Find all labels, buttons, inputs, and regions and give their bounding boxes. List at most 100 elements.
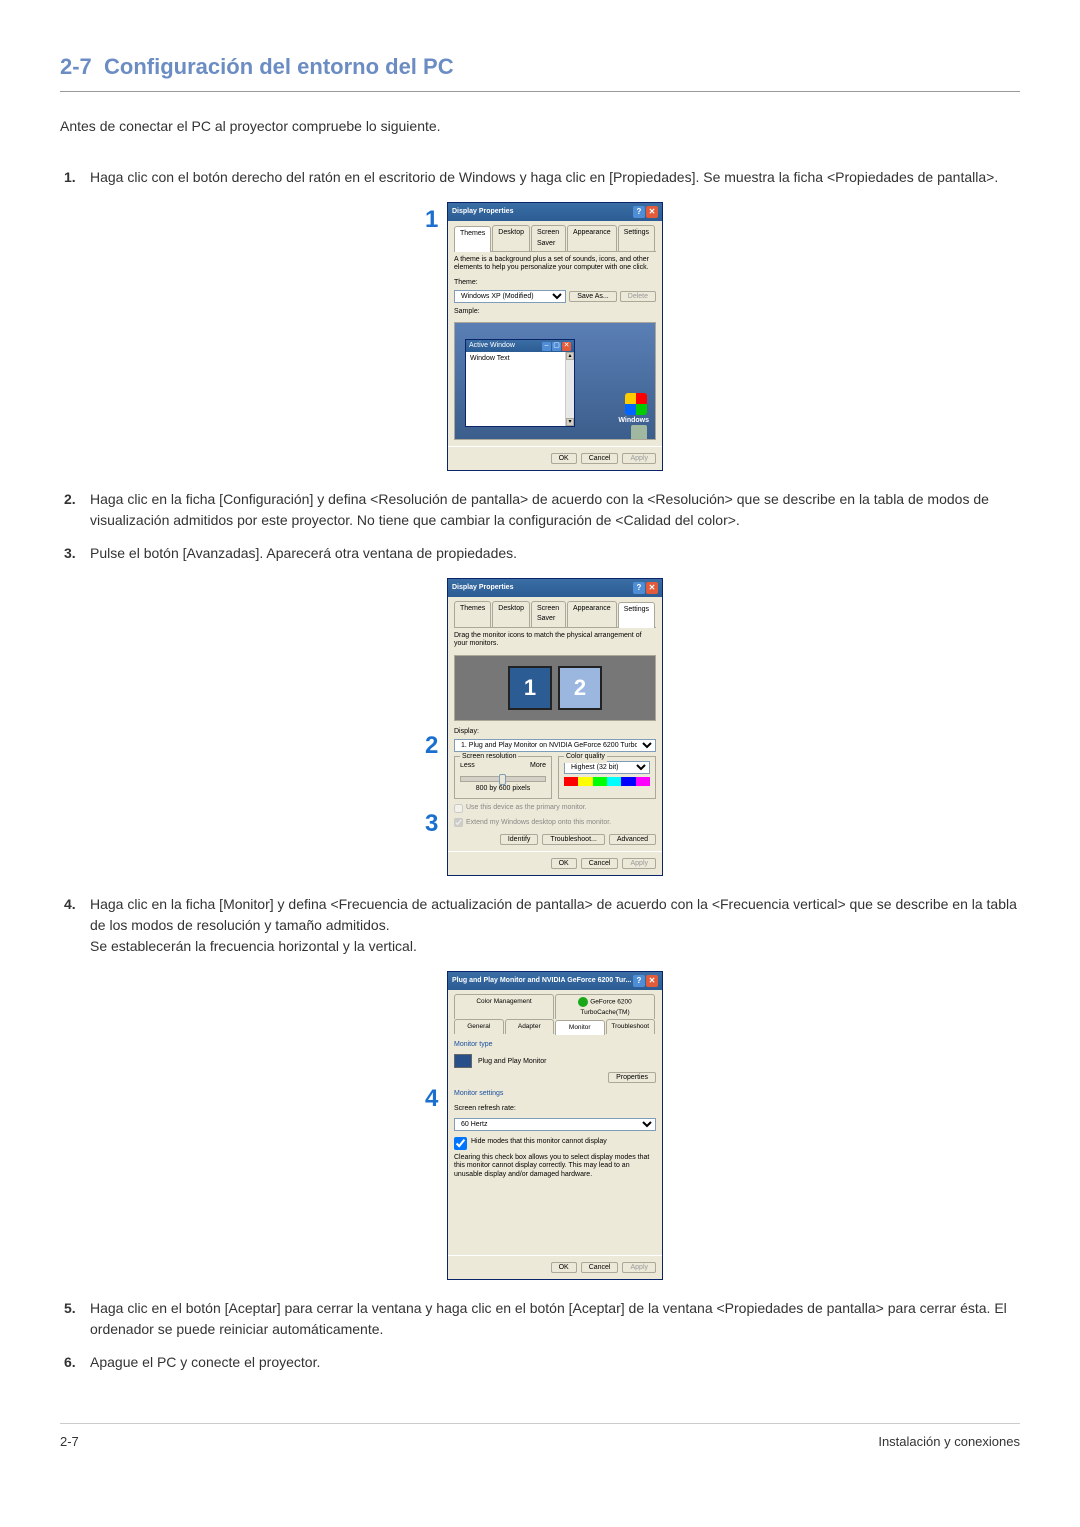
tab-monitor[interactable]: Monitor [555, 1020, 605, 1035]
identify-button[interactable]: Identify [500, 834, 539, 845]
tab-settings[interactable]: Settings [618, 602, 655, 628]
dialog-titlebar: Display Properties ? ✕ [448, 579, 662, 597]
step-number: 5. [64, 1298, 76, 1319]
tab-desktop[interactable]: Desktop [492, 601, 530, 627]
monitor-icon [454, 1054, 472, 1068]
properties-button[interactable]: Properties [608, 1072, 656, 1083]
apply-button: Apply [622, 453, 656, 464]
tab-color-management[interactable]: Color Management [454, 994, 554, 1019]
settings-description: Drag the monitor icons to match the phys… [454, 632, 656, 649]
tab-themes[interactable]: Themes [454, 601, 491, 627]
section-number: 2-7 [60, 54, 92, 79]
dialog-titlebar: Display Properties ? ✕ [448, 203, 662, 221]
display-label: Display: [454, 727, 656, 738]
tab-screensaver[interactable]: Screen Saver [531, 225, 566, 251]
monitor-settings-label: Monitor settings [454, 1089, 656, 1100]
tab-desktop[interactable]: Desktop [492, 225, 530, 251]
close-icon[interactable]: ✕ [646, 975, 658, 987]
step-text: Haga clic en la ficha [Configuración] y … [90, 491, 989, 528]
dialog-title: Display Properties [452, 207, 513, 218]
monitor-type-label: Monitor type [454, 1040, 656, 1051]
step-number: 2. [64, 489, 76, 510]
step-subtext: Se establecerán la frecuencia horizontal… [90, 936, 1020, 957]
screen-resolution-group: Screen resolution LessMore 800 by 600 pi… [454, 756, 552, 799]
dialog-title: Plug and Play Monitor and NVIDIA GeForce… [452, 976, 631, 987]
close-icon[interactable]: ✕ [646, 206, 658, 218]
theme-sample-preview: Active Window – ▢ ✕ Window Text [454, 322, 656, 440]
footer-right: Instalación y conexiones [878, 1432, 1020, 1452]
figure-marker-1: 1 [425, 202, 438, 238]
step-1: 1. Haga clic con el botón derecho del ra… [90, 167, 1020, 471]
color-quality-group: Color quality Highest (32 bit) [558, 756, 656, 799]
cancel-button[interactable]: Cancel [581, 453, 619, 464]
close-icon: ✕ [562, 342, 571, 351]
troubleshoot-button[interactable]: Troubleshoot... [542, 834, 604, 845]
step-text: Haga clic con el botón derecho del ratón… [90, 169, 998, 185]
step-2: 2. Haga clic en la ficha [Configuración]… [90, 489, 1020, 531]
sample-window-title: Active Window [469, 341, 515, 352]
footer-left: 2-7 [60, 1432, 79, 1452]
chevron-down-icon: ▾ [566, 418, 574, 426]
color-bar [564, 777, 650, 786]
help-icon[interactable]: ? [633, 582, 645, 594]
hide-modes-warning: Clearing this check box allows you to se… [454, 1154, 656, 1179]
hide-modes-input[interactable] [454, 1137, 467, 1150]
more-label: More [530, 761, 546, 772]
tab-general[interactable]: General [454, 1019, 504, 1034]
monitor-1-icon[interactable]: 1 [508, 666, 552, 710]
resolution-value: 800 by 600 pixels [460, 784, 546, 795]
tab-screensaver[interactable]: Screen Saver [531, 601, 566, 627]
help-icon[interactable]: ? [633, 206, 645, 218]
ok-button[interactable]: OK [551, 1262, 577, 1273]
tab-themes[interactable]: Themes [454, 226, 491, 252]
display-properties-dialog-themes: Display Properties ? ✕ Themes Desktop Sc… [447, 202, 663, 471]
refresh-rate-label: Screen refresh rate: [454, 1104, 656, 1115]
figure-marker-4: 4 [425, 1081, 438, 1117]
advanced-button[interactable]: Advanced [609, 834, 656, 845]
monitor-arrangement[interactable]: 1 2 [454, 655, 656, 721]
theme-select[interactable]: Windows XP (Modified) [454, 290, 566, 303]
ok-button[interactable]: OK [551, 453, 577, 464]
apply-button: Apply [622, 858, 656, 869]
step-3: 3. Pulse el botón [Avanzadas]. Aparecerá… [90, 543, 1020, 876]
cancel-button[interactable]: Cancel [581, 1262, 619, 1273]
close-icon[interactable]: ✕ [646, 582, 658, 594]
save-as-button[interactable]: Save As... [569, 291, 617, 302]
maximize-icon: ▢ [552, 342, 561, 351]
color-quality-select[interactable]: Highest (32 bit) [564, 761, 650, 774]
refresh-rate-select[interactable]: 60 Hertz [454, 1118, 656, 1131]
monitor-2-icon[interactable]: 2 [558, 666, 602, 710]
tab-geforce[interactable]: GeForce 6200 TurboCache(TM) [555, 994, 655, 1019]
section-heading: Configuración del entorno del PC [104, 54, 454, 79]
tab-appearance[interactable]: Appearance [567, 225, 617, 251]
step-text: Apague el PC y conecte el proyector. [90, 1354, 320, 1370]
tab-troubleshoot[interactable]: Troubleshoot [606, 1019, 656, 1034]
dialog-titlebar: Plug and Play Monitor and NVIDIA GeForce… [448, 972, 662, 990]
step-5: 5. Haga clic en el botón [Aceptar] para … [90, 1298, 1020, 1340]
step-number: 6. [64, 1352, 76, 1373]
tab-appearance[interactable]: Appearance [567, 601, 617, 627]
display-select[interactable]: 1. Plug and Play Monitor on NVIDIA GeFor… [454, 739, 656, 752]
chevron-up-icon: ▴ [566, 352, 574, 360]
primary-monitor-checkbox: Use this device as the primary monitor. [454, 803, 656, 814]
sample-label: Sample: [454, 307, 656, 318]
theme-description: A theme is a background plus a set of so… [454, 256, 656, 273]
resolution-slider[interactable] [460, 776, 546, 782]
hide-modes-checkbox[interactable]: Hide modes that this monitor cannot disp… [454, 1137, 656, 1150]
ok-button[interactable]: OK [551, 858, 577, 869]
scrollbar: ▴ ▾ [565, 352, 574, 426]
monitor-name: Plug and Play Monitor [478, 1057, 546, 1064]
step-text: Haga clic en la ficha [Monitor] y defina… [90, 894, 1020, 936]
page-footer: 2-7 Instalación y conexiones [60, 1423, 1020, 1452]
step-number: 4. [64, 894, 76, 915]
slider-thumb[interactable] [499, 774, 506, 785]
step-text: Haga clic en el botón [Aceptar] para cer… [90, 1300, 1007, 1337]
dialog-title: Display Properties [452, 583, 513, 594]
step-number: 3. [64, 543, 76, 564]
tab-settings[interactable]: Settings [618, 225, 655, 251]
intro-text: Antes de conectar el PC al proyector com… [60, 116, 1020, 137]
help-icon[interactable]: ? [633, 975, 645, 987]
cancel-button[interactable]: Cancel [581, 858, 619, 869]
step-text: Pulse el botón [Avanzadas]. Aparecerá ot… [90, 545, 517, 561]
tab-adapter[interactable]: Adapter [505, 1019, 555, 1034]
